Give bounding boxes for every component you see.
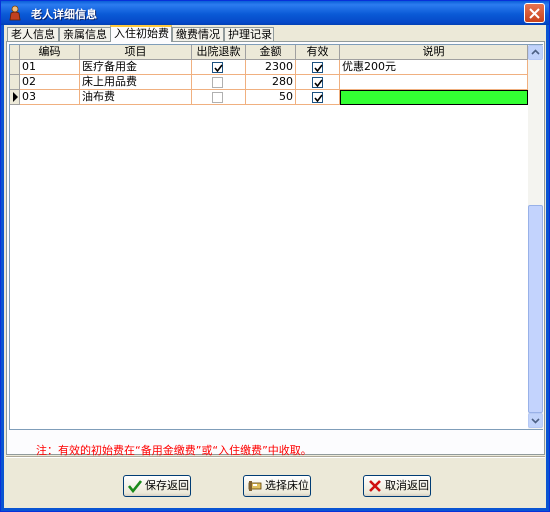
- window: 老人详细信息 老人信息 亲属信息 入住初始费 缴费情况 护理记录 编码 项目 出…: [0, 0, 550, 512]
- close-icon: [529, 8, 540, 19]
- row-pointer-icon: [13, 92, 18, 102]
- column-header-refund[interactable]: 出院退款: [192, 45, 246, 60]
- window-frame: [1, 508, 549, 511]
- row-indicator[interactable]: [10, 60, 20, 75]
- cell-valid[interactable]: [296, 60, 340, 75]
- scroll-down-button[interactable]: [528, 413, 543, 428]
- checkmark-icon: [127, 479, 143, 494]
- cell-valid[interactable]: [296, 90, 340, 105]
- cancel-return-button[interactable]: 取消返回: [363, 475, 431, 497]
- tab-relatives-info[interactable]: 亲属信息: [59, 27, 111, 41]
- cell-code[interactable]: 02: [20, 75, 80, 90]
- bed-icon: [248, 479, 262, 493]
- row-indicator-header: [10, 45, 20, 60]
- cell-amount[interactable]: 2300: [246, 60, 296, 75]
- tab-payment-status[interactable]: 缴费情况: [172, 27, 224, 41]
- refund-checkbox[interactable]: [212, 77, 223, 88]
- vertical-scrollbar[interactable]: [528, 45, 543, 429]
- scroll-up-button[interactable]: [528, 45, 543, 60]
- cell-refund[interactable]: [192, 90, 246, 105]
- arrow-up-icon: [531, 49, 540, 55]
- check-icon: [214, 64, 223, 73]
- refund-checkbox[interactable]: [212, 92, 223, 103]
- valid-checkbox[interactable]: [312, 62, 323, 73]
- arrow-down-icon: [531, 418, 540, 424]
- select-bed-button[interactable]: 选择床位: [243, 475, 311, 497]
- column-header-valid[interactable]: 有效: [296, 45, 340, 60]
- cell-item[interactable]: 床上用品费: [80, 75, 192, 90]
- cell-item[interactable]: 油布费: [80, 90, 192, 105]
- cell-item[interactable]: 医疗备用金: [80, 60, 192, 75]
- tab-elder-info[interactable]: 老人信息: [7, 27, 59, 41]
- column-header-code[interactable]: 编码: [20, 45, 80, 60]
- cell-amount[interactable]: 280: [246, 75, 296, 90]
- cell-description[interactable]: [340, 75, 528, 90]
- app-icon: [7, 5, 23, 21]
- cell-amount[interactable]: 50: [246, 90, 296, 105]
- fee-grid[interactable]: 编码 项目 出院退款 金额 有效 说明 01 医疗备用金 2300 优惠200元: [9, 44, 543, 430]
- column-header-amount[interactable]: 金额: [246, 45, 296, 60]
- x-icon: [368, 479, 382, 493]
- cell-description-active[interactable]: [340, 90, 528, 105]
- save-return-label: 保存返回: [145, 479, 189, 492]
- window-frame: [546, 25, 549, 511]
- window-title: 老人详细信息: [31, 8, 97, 21]
- select-bed-label: 选择床位: [265, 479, 309, 492]
- cell-code[interactable]: 01: [20, 60, 80, 75]
- scroll-thumb[interactable]: [528, 205, 543, 413]
- cell-refund[interactable]: [192, 75, 246, 90]
- cell-code[interactable]: 03: [20, 90, 80, 105]
- current-row-indicator[interactable]: [10, 90, 20, 105]
- cell-valid[interactable]: [296, 75, 340, 90]
- valid-checkbox[interactable]: [312, 77, 323, 88]
- tab-care-records[interactable]: 护理记录: [224, 27, 274, 41]
- close-button[interactable]: [524, 3, 545, 23]
- cell-refund[interactable]: [192, 60, 246, 75]
- refund-checkbox[interactable]: [212, 62, 223, 73]
- cancel-return-label: 取消返回: [385, 479, 429, 492]
- window-frame: [1, 25, 4, 511]
- valid-checkbox[interactable]: [312, 92, 323, 103]
- divider: [6, 456, 545, 458]
- column-header-item[interactable]: 项目: [80, 45, 192, 60]
- check-icon: [314, 79, 323, 88]
- save-return-button[interactable]: 保存返回: [123, 475, 191, 497]
- check-icon: [314, 94, 323, 103]
- column-header-description[interactable]: 说明: [340, 45, 528, 60]
- row-indicator[interactable]: [10, 75, 20, 90]
- cell-description[interactable]: 优惠200元: [340, 60, 528, 75]
- title-bar[interactable]: 老人详细信息: [1, 1, 549, 25]
- check-icon: [314, 64, 323, 73]
- tab-initial-fees[interactable]: 入住初始费: [110, 25, 172, 42]
